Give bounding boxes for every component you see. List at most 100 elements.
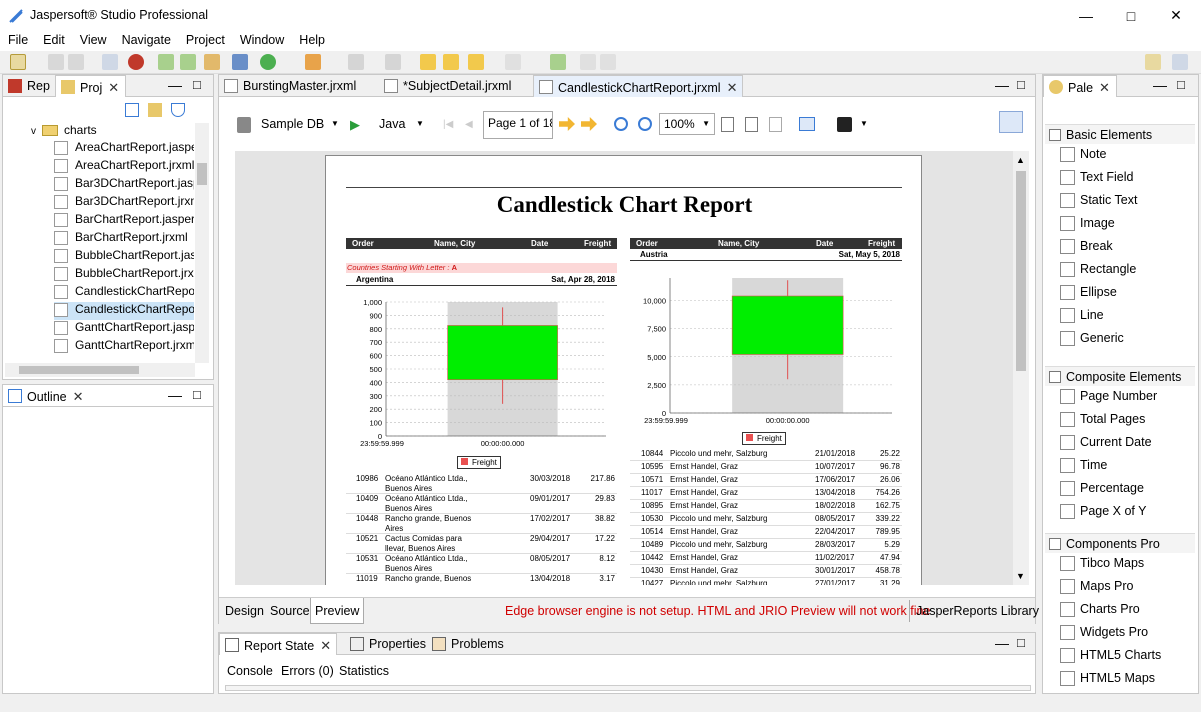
tab-report-state[interactable]: Report State ✕ bbox=[219, 633, 337, 655]
close-outline-icon[interactable]: ✕ bbox=[73, 389, 84, 404]
palette-section-1[interactable]: Composite Elements bbox=[1045, 366, 1195, 386]
palette-item[interactable]: Total Pages bbox=[1060, 412, 1145, 432]
palette-item[interactable]: Note bbox=[1060, 147, 1106, 167]
close-palette-icon[interactable]: ✕ bbox=[1099, 80, 1110, 95]
preview-scrollbar[interactable]: ▲ ▼ bbox=[1013, 151, 1029, 585]
file-item[interactable]: AreaChartReport.jrxml bbox=[54, 158, 194, 176]
file-item[interactable]: CandlestickChartReport.jasper bbox=[54, 284, 194, 302]
palette-item[interactable]: Page X of Y bbox=[1060, 504, 1147, 524]
maximize-button[interactable]: □ bbox=[1108, 0, 1154, 31]
palette-item[interactable]: Static Text bbox=[1060, 193, 1137, 213]
palette-item[interactable]: Current Date bbox=[1060, 435, 1152, 455]
forward-icon[interactable] bbox=[505, 54, 521, 70]
filter-icon[interactable] bbox=[171, 103, 185, 117]
tab-problems[interactable]: Problems bbox=[427, 633, 510, 655]
run-icon[interactable] bbox=[260, 54, 276, 70]
close-report-state-icon[interactable]: ✕ bbox=[320, 638, 331, 653]
tab-source[interactable]: Source bbox=[270, 604, 310, 618]
actual-size-icon[interactable] bbox=[769, 117, 782, 132]
last-page-icon[interactable] bbox=[581, 117, 597, 131]
palette-item[interactable]: Charts Pro bbox=[1060, 602, 1140, 622]
minimize-button[interactable]: — bbox=[1063, 0, 1109, 31]
debug-icon[interactable] bbox=[128, 54, 144, 70]
tab-outline[interactable]: Outline ✕ bbox=[3, 385, 90, 407]
datasource-dropdown-icon[interactable]: ▼ bbox=[331, 119, 339, 128]
maximize-editor-icon[interactable]: □ bbox=[1017, 77, 1025, 92]
menu-project[interactable]: Project bbox=[178, 31, 232, 51]
minimize-palette-icon[interactable]: — bbox=[1153, 77, 1167, 93]
save-all-icon[interactable] bbox=[68, 54, 84, 70]
subtab-statistics[interactable]: Statistics bbox=[339, 664, 389, 678]
menu-edit[interactable]: Edit bbox=[35, 31, 72, 51]
save-icon[interactable] bbox=[48, 54, 64, 70]
next-annotation-icon[interactable] bbox=[443, 54, 459, 70]
prev-page-icon[interactable]: ◀ bbox=[465, 119, 473, 130]
page-field[interactable]: Page 1 of 18 bbox=[483, 111, 553, 139]
first-page-icon[interactable]: |◀ bbox=[443, 119, 457, 132]
run-report-icon[interactable]: ▶ bbox=[350, 117, 360, 133]
palette-item[interactable]: Page Number bbox=[1060, 389, 1157, 409]
minimize-icon[interactable]: — bbox=[168, 77, 182, 93]
palette-item[interactable]: Break bbox=[1060, 239, 1113, 259]
minimize-outline-icon[interactable]: — bbox=[168, 387, 182, 403]
save-report-icon[interactable] bbox=[837, 117, 852, 132]
export-icon[interactable] bbox=[799, 117, 815, 131]
file-item[interactable]: Bar3DChartReport.jasper bbox=[54, 176, 194, 194]
palette-item[interactable]: Maps Pro bbox=[1060, 579, 1134, 599]
menu-help[interactable]: Help bbox=[291, 31, 332, 51]
file-item[interactable]: AreaChartReport.jasper bbox=[54, 140, 194, 158]
palette-item[interactable]: Line bbox=[1060, 308, 1104, 328]
fit-width-icon[interactable] bbox=[745, 117, 758, 132]
tab-burstingmaster[interactable]: BurstingMaster.jrxml bbox=[219, 75, 377, 97]
palette-item[interactable]: HTML5 Charts bbox=[1060, 648, 1161, 668]
fit-page-icon[interactable] bbox=[721, 117, 734, 132]
zoom-out-icon[interactable] bbox=[638, 117, 652, 131]
zoom-select[interactable]: 100% ▼ bbox=[659, 113, 715, 135]
tree-hscrollbar[interactable] bbox=[5, 363, 195, 377]
collapse-all-icon[interactable] bbox=[125, 103, 139, 117]
nav2-icon[interactable] bbox=[385, 54, 401, 70]
close-tab-icon[interactable]: ✕ bbox=[727, 80, 738, 95]
zoom-in-icon[interactable] bbox=[614, 117, 628, 131]
compile-icon[interactable] bbox=[102, 54, 118, 70]
palette-item[interactable]: Ellipse bbox=[1060, 285, 1117, 305]
folder-row[interactable]: v charts bbox=[31, 123, 97, 137]
wizard-icon[interactable] bbox=[204, 54, 220, 70]
palette-item[interactable]: HTML5 Maps bbox=[1060, 671, 1155, 691]
maximize-outline-icon[interactable]: □ bbox=[193, 387, 201, 402]
new-dataset-icon[interactable] bbox=[180, 54, 196, 70]
pin-icon[interactable] bbox=[550, 54, 566, 70]
tab-palette[interactable]: Pale ✕ bbox=[1043, 75, 1117, 97]
save-dropdown-icon[interactable]: ▼ bbox=[860, 119, 868, 128]
palette-item[interactable]: Tibco Maps bbox=[1060, 556, 1144, 576]
file-item[interactable]: BubbleChartReport.jrxml bbox=[54, 266, 194, 284]
file-item[interactable]: BubbleChartReport.jasper bbox=[54, 248, 194, 266]
maximize-palette-icon[interactable]: □ bbox=[1177, 77, 1185, 92]
subtab-console[interactable]: Console bbox=[227, 664, 273, 678]
close-window-button[interactable]: ✕ bbox=[1153, 0, 1199, 31]
datasource-select[interactable]: Sample DB bbox=[261, 117, 324, 131]
back-icon[interactable] bbox=[468, 54, 484, 70]
maximize-state-icon[interactable]: □ bbox=[1017, 635, 1025, 650]
file-item[interactable]: BarChartReport.jasper bbox=[54, 212, 194, 230]
tab-repository[interactable]: Rep bbox=[3, 75, 56, 97]
close-icon[interactable]: ✕ bbox=[108, 80, 119, 95]
file-item[interactable]: GanttChartReport.jasper bbox=[54, 320, 194, 338]
jasperreports-library-link[interactable]: JasperReports Library bbox=[916, 604, 1039, 618]
file-item[interactable]: GanttChartReport.jrxml bbox=[54, 338, 194, 356]
file-item[interactable]: CandlestickChartReport.jrxml bbox=[54, 302, 194, 320]
palette-item[interactable]: Text Field bbox=[1060, 170, 1134, 190]
maximize-icon[interactable]: □ bbox=[193, 77, 201, 92]
language-select[interactable]: Java bbox=[379, 117, 405, 131]
menu-navigate[interactable]: Navigate bbox=[114, 31, 178, 51]
menu-window[interactable]: Window bbox=[232, 31, 291, 51]
toggle-view-icon[interactable] bbox=[999, 111, 1023, 133]
scroll-up-icon[interactable]: ▲ bbox=[1016, 155, 1025, 165]
prev-annotation-icon[interactable] bbox=[420, 54, 436, 70]
file-item[interactable]: BarChartReport.jrxml bbox=[54, 230, 194, 248]
palette-item[interactable]: Image bbox=[1060, 216, 1115, 236]
palette-section-0[interactable]: Basic Elements bbox=[1045, 124, 1195, 144]
undo-icon[interactable] bbox=[580, 54, 596, 70]
perspective-icon[interactable] bbox=[1145, 54, 1161, 70]
palette-item[interactable]: Percentage bbox=[1060, 481, 1144, 501]
